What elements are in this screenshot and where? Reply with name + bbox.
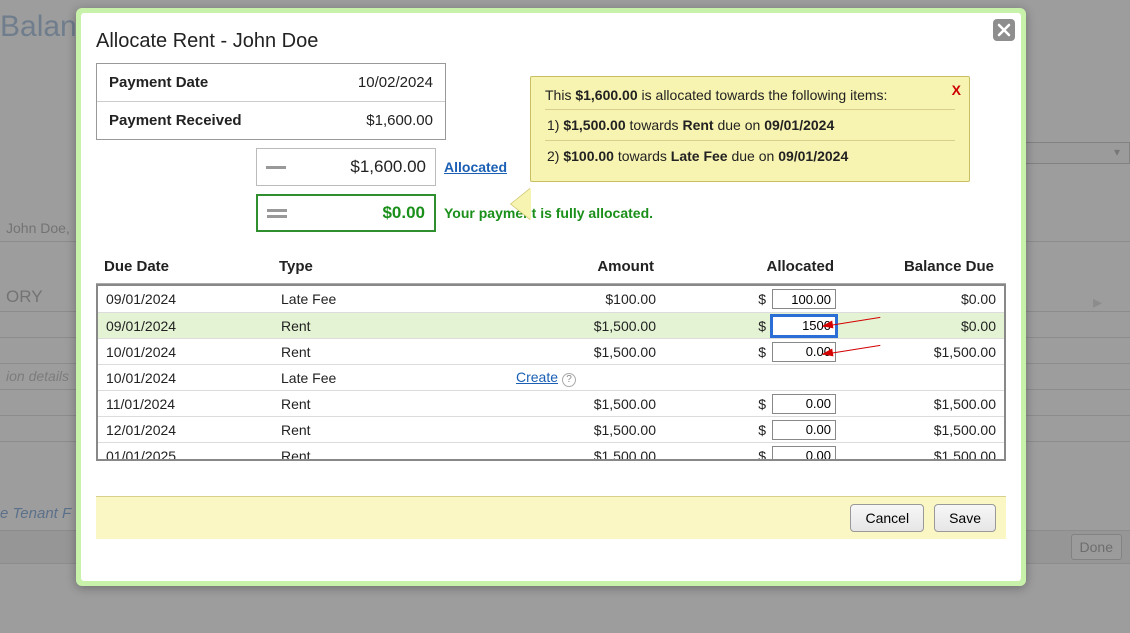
cell-due-date: 10/01/2024 (106, 344, 281, 360)
col-header-type: Type (279, 258, 514, 275)
allocated-input[interactable] (772, 394, 836, 414)
cell-due-date: 09/01/2024 (106, 291, 281, 307)
payment-date-value: 10/02/2024 (358, 74, 433, 91)
cell-balance-due: $1,500.00 (836, 448, 996, 462)
cell-amount: $1,500.00 (516, 318, 656, 334)
payment-received-label: Payment Received (109, 112, 242, 129)
remaining-value: $0.00 (382, 203, 425, 223)
currency-symbol: $ (756, 396, 766, 412)
callout-allocation-item: 2) $100.00 towards Late Fee due on 09/01… (545, 140, 955, 171)
allocated-total-box: $1,600.00 (256, 148, 436, 186)
table-row: 10/01/2024Late FeeCreate? (98, 364, 1004, 390)
payment-date-label: Payment Date (109, 74, 208, 91)
allocated-input[interactable] (772, 289, 836, 309)
cell-type: Late Fee (281, 291, 516, 307)
cell-amount: $1,500.00 (516, 344, 656, 360)
cell-due-date: 11/01/2024 (106, 396, 281, 412)
cell-balance-due: $1,500.00 (836, 344, 996, 360)
allocation-callout: X This $1,600.00 is allocated towards th… (530, 76, 970, 182)
cancel-button[interactable]: Cancel (850, 504, 924, 532)
callout-allocation-item: 1) $1,500.00 towards Rent due on 09/01/2… (545, 109, 955, 140)
cell-type: Rent (281, 448, 516, 462)
currency-symbol: $ (756, 318, 766, 334)
table-row: 09/01/2024Late Fee$100.00 $ $0.00 (98, 286, 1004, 312)
table-row: 11/01/2024Rent$1,500.00$$1,500.00 (98, 390, 1004, 416)
table-row: 09/01/2024Rent$1,500.00$$0.00 (98, 312, 1004, 338)
allocated-link[interactable]: Allocated (444, 159, 507, 175)
help-icon[interactable]: ? (562, 373, 576, 387)
cell-balance-due: $1,500.00 (836, 396, 996, 412)
currency-symbol: $ (756, 422, 766, 438)
table-row: 01/01/2025Rent$1,500.00$$1,500.00 (98, 442, 1004, 461)
cell-balance-due: $1,500.00 (836, 422, 996, 438)
cell-allocated: $ (656, 342, 836, 362)
allocated-total-value: $1,600.00 (350, 157, 426, 177)
cell-amount: $1,500.00 (516, 396, 656, 412)
allocation-table-header: Due Date Type Amount Allocated Balance D… (96, 252, 1006, 284)
fully-allocated-message: Your payment is fully allocated. (444, 205, 653, 221)
currency-symbol: $ (756, 291, 766, 307)
remaining-box: $0.00 (256, 194, 436, 232)
cell-due-date: 01/01/2025 (106, 448, 281, 462)
cell-amount: $1,500.00 (516, 422, 656, 438)
cell-amount: $1,500.00 (516, 448, 656, 462)
cell-allocated: $ (656, 289, 836, 309)
payment-received-value: $1,600.00 (366, 112, 433, 129)
cell-allocated: $ (656, 316, 836, 336)
allocated-input[interactable] (772, 446, 836, 462)
cell-allocated: $ (656, 446, 836, 462)
cell-type: Late Fee (281, 370, 516, 386)
cell-type: Rent (281, 396, 516, 412)
save-button[interactable]: Save (934, 504, 996, 532)
close-icon (997, 23, 1011, 37)
col-header-amount: Amount (514, 258, 654, 275)
table-row: 12/01/2024Rent$1,500.00$$1,500.00 (98, 416, 1004, 442)
cell-type: Rent (281, 318, 516, 334)
modal-title: Allocate Rent - John Doe (96, 30, 1006, 53)
cell-type: Rent (281, 422, 516, 438)
cell-amount: $100.00 (516, 291, 656, 307)
allocated-input[interactable] (772, 420, 836, 440)
cell-due-date: 10/01/2024 (106, 370, 281, 386)
cell-balance-due: $0.00 (836, 291, 996, 307)
payment-summary-box: Payment Date 10/02/2024 Payment Received… (96, 63, 446, 140)
cell-due-date: 09/01/2024 (106, 318, 281, 334)
cell-amount: Create? (516, 369, 656, 387)
cell-allocated: $ (656, 420, 836, 440)
close-button[interactable] (993, 19, 1015, 41)
cell-due-date: 12/01/2024 (106, 422, 281, 438)
cell-type: Rent (281, 344, 516, 360)
currency-symbol: $ (756, 344, 766, 360)
col-header-balance-due: Balance Due (834, 258, 994, 275)
modal-footer: Cancel Save (96, 496, 1006, 539)
currency-symbol: $ (756, 448, 766, 462)
allocation-table-body: 09/01/2024Late Fee$100.00$$0.0009/01/202… (96, 284, 1006, 461)
cell-allocated: $ (656, 394, 836, 414)
col-header-allocated: Allocated (654, 258, 834, 275)
table-row: 10/01/2024Rent$1,500.00$$1,500.00 (98, 338, 1004, 364)
col-header-due-date: Due Date (104, 258, 279, 275)
modal-container: Allocate Rent - John Doe Payment Date 10… (76, 8, 1026, 586)
callout-pointer-icon (511, 188, 531, 220)
minus-icon (266, 166, 286, 169)
create-charge-link[interactable]: Create (516, 369, 558, 385)
callout-close-button[interactable]: X (952, 82, 961, 98)
equals-icon (267, 209, 287, 218)
